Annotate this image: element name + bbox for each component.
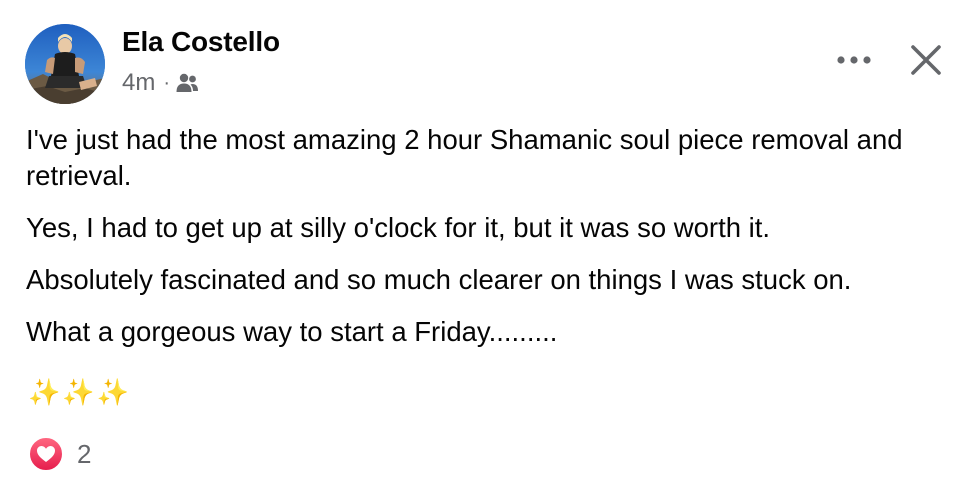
post-paragraph: Yes, I had to get up at silly o'clock fo… (26, 212, 771, 243)
friends-icon[interactable] (175, 72, 199, 94)
post-meta: 4m · (122, 68, 199, 98)
heart-icon (28, 436, 64, 472)
post-paragraph: I've just had the most amazing 2 hour Sh… (26, 124, 903, 191)
post-timestamp[interactable]: 4m (122, 69, 155, 97)
close-button[interactable] (904, 40, 948, 80)
post-paragraph: What a gorgeous way to start a Friday...… (26, 316, 558, 347)
reactions-summary[interactable]: 2 (28, 434, 91, 474)
meta-separator: · (163, 71, 171, 94)
close-icon (911, 45, 941, 75)
profile-photo-icon (25, 24, 105, 104)
author-name[interactable]: Ela Costello (122, 26, 280, 58)
post-paragraph: Absolutely fascinated and so much cleare… (26, 264, 852, 295)
reaction-count[interactable]: 2 (77, 439, 91, 470)
more-horizontal-icon (837, 56, 871, 64)
post-body: I've just had the most amazing 2 hour Sh… (26, 122, 951, 366)
author-avatar[interactable] (25, 24, 105, 104)
post-card: Ela Costello 4m · I've just had the most… (0, 0, 956, 486)
more-options-button[interactable] (832, 42, 876, 78)
sparkles-emoji: ✨✨✨ (28, 377, 132, 407)
